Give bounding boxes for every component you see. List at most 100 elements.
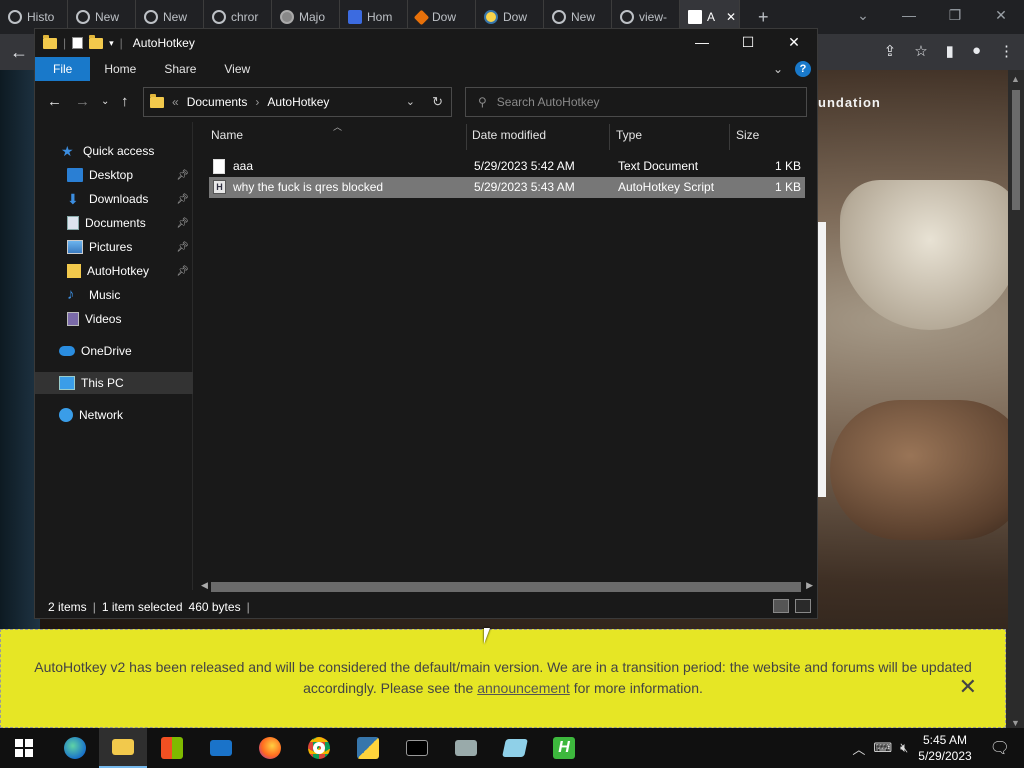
- page-scrollbar[interactable]: ▲ ▼: [1008, 70, 1024, 730]
- large-icons-view-icon[interactable]: [795, 599, 811, 613]
- profile-icon[interactable]: ●: [972, 42, 981, 60]
- tab-home[interactable]: Home: [90, 57, 150, 81]
- scroll-right-icon[interactable]: ▶: [806, 580, 813, 591]
- column-header-size[interactable]: Size: [736, 128, 759, 144]
- tab-share[interactable]: Share: [150, 57, 210, 81]
- this-pc-icon: [59, 376, 75, 390]
- bookmark-star-icon[interactable]: ☆: [914, 42, 927, 60]
- column-header-type[interactable]: Type: [616, 128, 642, 144]
- chevron-down-icon[interactable]: ⌄: [406, 95, 415, 108]
- sort-ascending-icon: ︿: [333, 122, 343, 132]
- sidebar-item-label: Network: [79, 408, 124, 422]
- notepad-taskbar-button[interactable]: [491, 728, 539, 768]
- file-row-aaa[interactable]: aaa 5/29/2023 5:42 AM Text Document 1 KB: [209, 156, 805, 177]
- refresh-icon[interactable]: ↻: [432, 94, 443, 110]
- network-status-icon[interactable]: ⌨: [873, 740, 892, 756]
- edge-taskbar-button[interactable]: [51, 728, 99, 768]
- maximize-icon[interactable]: ☐: [725, 29, 771, 55]
- close-tab-icon[interactable]: ✕: [726, 10, 736, 24]
- side-panel-icon[interactable]: ▮: [946, 42, 954, 60]
- sidebar-item-onedrive[interactable]: OneDrive: [35, 340, 193, 362]
- announcement-link[interactable]: announcement: [477, 680, 570, 696]
- help-icon[interactable]: ?: [795, 61, 811, 77]
- minimize-icon[interactable]: —: [679, 29, 725, 55]
- minimize-icon[interactable]: —: [886, 0, 932, 30]
- store-taskbar-button[interactable]: [148, 728, 196, 768]
- quick-access-dropdown-icon[interactable]: ▾: [109, 38, 114, 49]
- tab-view[interactable]: View: [210, 57, 264, 81]
- chrome-icon: [552, 10, 566, 24]
- file-explorer-taskbar-button[interactable]: [99, 728, 147, 768]
- sidebar-item-documents[interactable]: Documents 📌︎: [35, 212, 193, 234]
- star-icon: ★: [61, 143, 74, 159]
- column-divider[interactable]: [729, 124, 730, 150]
- terminal-taskbar-button[interactable]: [393, 728, 441, 768]
- column-header-name[interactable]: Name: [211, 128, 243, 144]
- ribbon-tabs: File Home Share View ⌄ ?: [35, 57, 817, 81]
- expand-ribbon-icon[interactable]: ⌄: [773, 62, 783, 76]
- column-divider[interactable]: [609, 124, 610, 150]
- breadcrumb-overflow[interactable]: «: [172, 95, 179, 109]
- sidebar-item-music[interactable]: ♪ Music: [35, 284, 193, 306]
- scrollbar-thumb[interactable]: [1012, 90, 1020, 210]
- pin-icon[interactable]: 📌︎: [176, 266, 189, 277]
- chevron-up-icon[interactable]: ︿: [852, 739, 865, 758]
- sidebar-item-videos[interactable]: Videos: [35, 308, 193, 330]
- new-folder-icon[interactable]: [89, 34, 104, 49]
- tab-file[interactable]: File: [35, 57, 91, 81]
- menu-kebab-icon[interactable]: ⋮: [999, 42, 1014, 60]
- scrollbar-thumb[interactable]: [211, 582, 801, 592]
- up-arrow-icon[interactable]: ↑: [121, 93, 129, 110]
- column-header-date-modified[interactable]: Date modified: [472, 128, 546, 144]
- firefox-taskbar-button[interactable]: [246, 728, 294, 768]
- close-icon[interactable]: ✕: [959, 676, 977, 698]
- scroll-up-icon[interactable]: ▲: [1011, 74, 1020, 84]
- mail-taskbar-button[interactable]: [197, 728, 245, 768]
- back-arrow-icon[interactable]: ←: [47, 93, 62, 110]
- start-button[interactable]: [0, 728, 48, 768]
- clock[interactable]: 5:45 AM 5/29/2023: [918, 732, 971, 764]
- sidebar-item-this-pc[interactable]: This PC: [35, 372, 193, 394]
- notifications-icon[interactable]: 🗨︎: [990, 738, 1010, 758]
- scroll-left-icon[interactable]: ◀: [201, 580, 208, 591]
- status-bar: 2 items | 1 item selected 460 bytes |: [35, 595, 817, 619]
- sidebar-item-label: Desktop: [89, 168, 134, 182]
- pin-icon[interactable]: 📌︎: [176, 218, 189, 229]
- new-tab-button[interactable]: +: [758, 7, 769, 28]
- sidebar-item-autohotkey[interactable]: AutoHotkey 📌︎: [35, 260, 193, 282]
- breadcrumb-autohotkey[interactable]: AutoHotkey: [267, 95, 329, 109]
- properties-icon[interactable]: [72, 37, 84, 49]
- pin-icon[interactable]: 📌︎: [176, 194, 189, 205]
- scroll-down-icon[interactable]: ▼: [1011, 718, 1020, 728]
- search-input[interactable]: [496, 95, 777, 109]
- address-bar[interactable]: « Documents › AutoHotkey ⌄ ↻: [143, 87, 452, 117]
- pin-icon[interactable]: 📌︎: [176, 242, 189, 253]
- close-icon[interactable]: ✕: [978, 0, 1024, 30]
- restore-icon[interactable]: ❐: [932, 0, 978, 30]
- file-row-script[interactable]: H why the fuck is qres blocked 5/29/2023…: [209, 177, 805, 198]
- sidebar-item-quick-access[interactable]: ★ Quick access: [35, 140, 193, 162]
- volume-muted-icon[interactable]: 🔇︎: [900, 740, 908, 756]
- back-arrow-icon[interactable]: ←: [10, 42, 28, 63]
- sidebar-item-downloads[interactable]: ⬇ Downloads 📌︎: [35, 188, 193, 210]
- sidebar-item-pictures[interactable]: Pictures 📌︎: [35, 236, 193, 258]
- chevron-down-icon[interactable]: ⌄: [840, 0, 886, 30]
- folder-icon: [150, 93, 164, 108]
- column-divider[interactable]: [466, 124, 467, 150]
- autohotkey-taskbar-button[interactable]: H: [540, 728, 588, 768]
- python-taskbar-button[interactable]: [344, 728, 392, 768]
- share-icon[interactable]: ⇪: [884, 42, 897, 60]
- details-view-icon[interactable]: [773, 599, 789, 613]
- close-icon[interactable]: ✕: [771, 29, 817, 55]
- breadcrumb-documents[interactable]: Documents: [187, 95, 248, 109]
- horizontal-scrollbar[interactable]: ◀ ▶: [195, 579, 817, 595]
- system-taskbar-button[interactable]: [442, 728, 490, 768]
- search-box[interactable]: ⚲: [465, 87, 807, 117]
- sidebar-item-network[interactable]: Network: [35, 404, 193, 426]
- recent-locations-icon[interactable]: ⌄: [101, 96, 109, 107]
- autohotkey-icon: [688, 10, 702, 24]
- pin-icon[interactable]: 📌︎: [176, 170, 189, 181]
- forward-arrow-icon[interactable]: →: [75, 93, 90, 110]
- sidebar-item-desktop[interactable]: Desktop 📌︎: [35, 164, 193, 186]
- chrome-taskbar-button[interactable]: [295, 728, 343, 768]
